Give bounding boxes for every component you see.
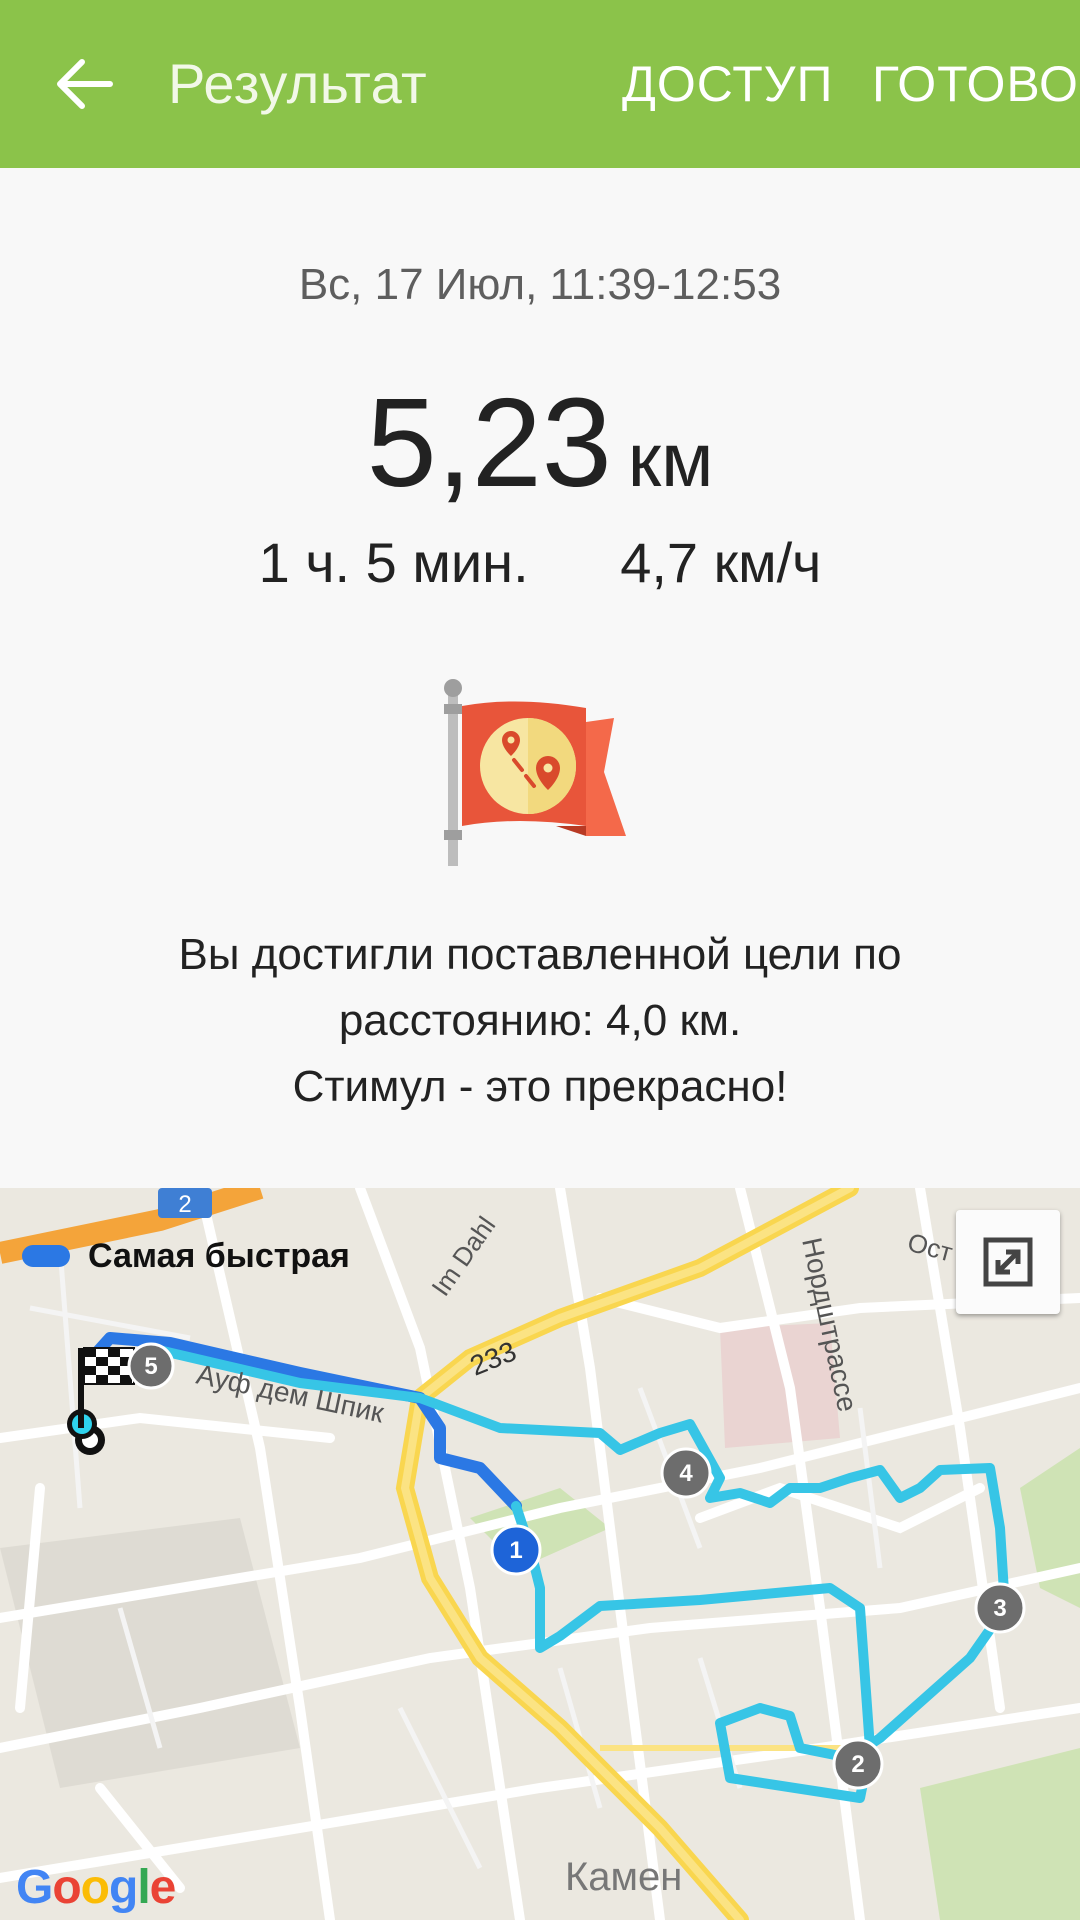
marker-4: 4 [660, 1447, 712, 1499]
town-label-kamen: Камен [565, 1855, 682, 1899]
google-logo: Google [16, 1861, 176, 1914]
workout-stats: 1 ч. 5 мин. 4,7 км/ч [0, 530, 1080, 595]
app-bar: Результат ДОСТУП ГОТОВО [0, 0, 1080, 168]
svg-text:4: 4 [679, 1460, 693, 1487]
marker-3: 3 [974, 1582, 1026, 1634]
done-button[interactable]: ГОТОВО [872, 50, 1079, 118]
goal-message-line-1: Вы достигли поставленной цели по [178, 930, 902, 979]
svg-text:2: 2 [851, 1751, 864, 1778]
distance-display: 5,23 км [0, 368, 1080, 518]
map-canvas[interactable]: 2 5 1 4 3 2 Im Dahl Ауф дем Шпик Нордштр… [0, 1188, 1080, 1920]
marker-1: 1 [490, 1524, 542, 1576]
goal-flag-icon [444, 679, 626, 866]
route-legend: Самая быстрая [22, 1228, 350, 1284]
svg-text:3: 3 [993, 1595, 1006, 1622]
speed-value: 4,7 км/ч [620, 531, 822, 594]
goal-message-line-2: расстоянию: 4,0 км. [338, 996, 742, 1045]
share-button[interactable]: ДОСТУП [622, 50, 833, 118]
goal-message-line-3: Стимул - это прекрасно! [292, 1062, 788, 1111]
route-legend-swatch [22, 1245, 70, 1267]
marker-2: 2 [832, 1738, 884, 1790]
goal-message: Вы достигли поставленной цели по расстоя… [80, 924, 1000, 1118]
route-legend-label: Самая быстрая [88, 1236, 350, 1275]
distance-value: 5,23 [366, 372, 612, 513]
expand-map-button[interactable] [956, 1210, 1060, 1314]
distance-unit: км [627, 418, 714, 503]
workout-date-time: Вс, 17 Июл, 11:39-12:53 [298, 260, 782, 309]
duration-value: 1 ч. 5 мин. [258, 531, 529, 594]
workout-summary: Вс, 17 Июл, 11:39-12:53 5,23 км 1 ч. 5 ми… [0, 168, 1080, 1188]
back-arrow-icon[interactable] [52, 52, 116, 116]
svg-text:1: 1 [509, 1537, 522, 1564]
marker-5: 5 [127, 1342, 175, 1390]
road-2-label: 2 [178, 1191, 191, 1218]
expand-icon [983, 1237, 1033, 1287]
page-title: Результат [168, 52, 428, 115]
route-map[interactable]: 2 5 1 4 3 2 Im Dahl Ауф дем Шпик Нордштр… [0, 1188, 1080, 1920]
svg-text:5: 5 [144, 1353, 157, 1380]
